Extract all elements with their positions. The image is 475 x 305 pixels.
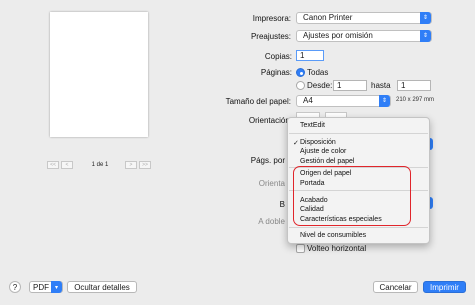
prev-page-button[interactable]: <	[61, 160, 73, 169]
help-button[interactable]: ?	[9, 281, 21, 293]
menu-separator	[289, 133, 428, 134]
updown-arrow-icon: ⇕	[379, 95, 390, 107]
pdf-menu-button[interactable]: PDF ▾	[29, 281, 63, 293]
pages-all-radio[interactable]	[296, 68, 305, 77]
paper-size-select[interactable]: A4 ⇕	[296, 95, 391, 107]
pages-per-sheet-label: Págs. por	[250, 156, 285, 165]
pdf-label: PDF	[33, 282, 49, 292]
pages-to-label: hasta	[371, 81, 391, 90]
pages-range-radio[interactable]	[296, 81, 305, 90]
first-page-button[interactable]: <<	[47, 160, 59, 169]
page-preview	[50, 12, 148, 137]
layout-orientation-label: Orienta	[258, 179, 285, 188]
orientation-label: Orientación:	[248, 116, 292, 125]
pages-from-label: Desde:	[307, 81, 333, 90]
updown-arrow-icon: ⇕	[420, 30, 431, 42]
printer-label: Impresora:	[252, 14, 291, 23]
presets-select[interactable]: Ajustes por omisión ⇕	[296, 30, 432, 42]
checkmark-icon: ✓	[293, 140, 299, 147]
menu-item-ajuste-color[interactable]: Ajuste de color	[300, 148, 346, 155]
two-sided-label: A doble	[258, 217, 285, 226]
paper-size-label: Tamaño del papel:	[225, 97, 291, 106]
updown-arrow-icon: ⇕	[420, 12, 431, 24]
print-button[interactable]: Imprimir	[423, 281, 466, 293]
pages-to-field[interactable]: 1	[397, 80, 431, 91]
pages-all-label: Todas	[307, 68, 329, 77]
menu-item-nivel-consumibles[interactable]: Nivel de consumibles	[300, 232, 366, 239]
presets-value: Ajustes por omisión	[303, 31, 373, 40]
hide-details-button[interactable]: Ocultar detalles	[67, 281, 137, 293]
paper-size-value: A4	[303, 96, 313, 105]
pages-label: Páginas:	[260, 68, 292, 77]
copies-label: Copias:	[264, 52, 292, 61]
presets-label: Preajustes:	[250, 32, 291, 41]
next-page-button[interactable]: >	[125, 160, 137, 169]
page-navigator: << < 1 de 1 > >>	[47, 159, 151, 170]
menu-item-disposicion[interactable]: Disposición	[300, 139, 336, 146]
chevron-down-icon: ▾	[51, 281, 62, 293]
flip-horizontal-label: Volteo horizontal	[307, 244, 367, 253]
cancel-button[interactable]: Cancelar	[373, 281, 418, 293]
menu-header-textedit[interactable]: TextEdit	[300, 122, 325, 129]
menu-item-gestion-papel[interactable]: Gestión del papel	[300, 158, 354, 165]
highlight-annotation	[293, 166, 411, 226]
flip-horizontal-checkbox[interactable]	[296, 244, 305, 253]
copies-field[interactable]: 1	[296, 50, 324, 61]
paper-dimensions: 210 x 297 mm	[396, 97, 435, 103]
page-indicator: 1 de 1	[91, 161, 109, 168]
last-page-button[interactable]: >>	[139, 160, 151, 169]
pages-from-field[interactable]: 1	[333, 80, 367, 91]
printer-select[interactable]: Canon Printer ⇕	[296, 12, 432, 24]
printer-value: Canon Printer	[303, 13, 353, 22]
menu-separator	[289, 227, 428, 228]
border-label: B	[279, 200, 285, 209]
